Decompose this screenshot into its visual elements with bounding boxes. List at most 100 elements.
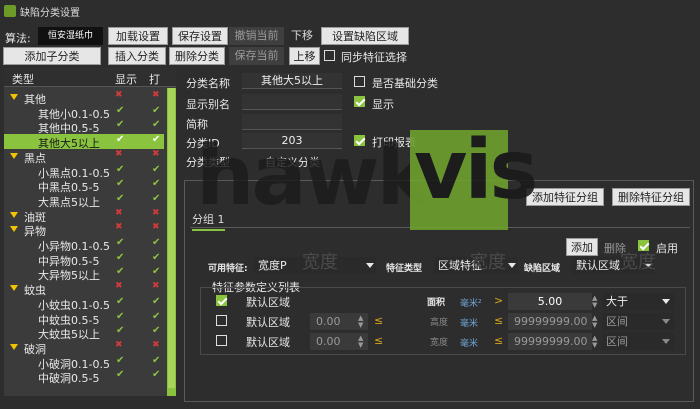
add-feature-group-button[interactable]: 添加特征分组 [526, 188, 604, 206]
visible-check-icon[interactable]: ✔ [116, 296, 124, 307]
tree-scroll-thumb[interactable] [168, 88, 175, 388]
tree-row[interactable]: 其他大5以上 ✔ ✔ [4, 134, 164, 150]
hidden-x-icon[interactable]: ✖ [115, 149, 123, 159]
visible-check-icon[interactable]: ✔ [116, 325, 124, 336]
tree-row[interactable]: 异物 ✖ ✖ [4, 222, 164, 238]
tree-row[interactable]: 大黑点5以上 ✔ ✔ [4, 193, 164, 209]
print-check-icon[interactable]: ✔ [152, 266, 160, 277]
spin-updown-icon[interactable]: ▲ ▼ [358, 335, 363, 349]
expand-arrow-icon[interactable] [10, 285, 18, 292]
print-x-icon[interactable]: ✖ [152, 340, 160, 350]
tree-row[interactable]: 大异物5以上 ✔ ✔ [4, 266, 164, 282]
param-checkbox[interactable] [216, 315, 227, 326]
print-check-icon[interactable]: ✔ [152, 296, 160, 307]
print-check-icon[interactable]: ✔ [152, 105, 160, 116]
print-check-icon[interactable]: ✔ [152, 119, 160, 130]
insert-category-button[interactable]: 插入分类 [108, 47, 166, 65]
sync-feature-checkbox[interactable] [324, 50, 335, 61]
tree-row[interactable]: 其他中0.5-5 ✔ ✔ [4, 119, 164, 135]
delete-feature-group-button[interactable]: 删除特征分组 [612, 188, 690, 206]
spin-updown-icon[interactable]: ▲ ▼ [592, 295, 597, 309]
param-compare-select[interactable]: 大于 [602, 293, 674, 310]
set-defect-region-button[interactable]: 设置缺陷区域 [321, 27, 409, 45]
hidden-x-icon[interactable]: ✖ [115, 340, 123, 350]
tree-row[interactable]: 其他小0.1-0.5 ✔ ✔ [4, 105, 164, 121]
hidden-x-icon[interactable]: ✖ [115, 208, 123, 218]
tree-row[interactable]: 小蚊虫0.1-0.5 ✔ ✔ [4, 296, 164, 312]
param-value-input[interactable]: 99999999.00 [508, 333, 592, 350]
move-down-button[interactable]: 下移 [287, 27, 317, 45]
print-x-icon[interactable]: ✖ [152, 281, 160, 291]
print-x-icon[interactable]: ✖ [152, 208, 160, 218]
hidden-x-icon[interactable]: ✖ [115, 222, 123, 232]
visible-check-icon[interactable]: ✔ [116, 134, 124, 145]
category-tree[interactable]: 类型 显示 打 其他 ✖ ✖ 其他小0.1-0.5 ✔ ✔ 其他中0.5-5 ✔ ✔ 其他大5以上… [4, 68, 176, 396]
param-value-input[interactable]: 5.00 [508, 293, 592, 310]
expand-arrow-icon[interactable] [10, 226, 18, 233]
save-settings-button[interactable]: 保存设置 [172, 27, 228, 45]
visible-check-icon[interactable]: ✔ [116, 311, 124, 322]
param-compare-select[interactable]: 区间 [602, 313, 674, 330]
visible-check-icon[interactable]: ✔ [116, 119, 124, 130]
tree-scrollbar[interactable] [167, 88, 176, 396]
undo-current-button[interactable]: 撤销当前 [229, 27, 284, 45]
print-check-icon[interactable]: ✔ [152, 311, 160, 322]
visible-check-icon[interactable]: ✔ [116, 266, 124, 277]
expand-arrow-icon[interactable] [10, 343, 18, 350]
tree-row[interactable]: 中蚊虫0.5-5 ✔ ✔ [4, 311, 164, 327]
print-check-icon[interactable]: ✔ [152, 164, 160, 175]
print-x-icon[interactable]: ✖ [152, 149, 160, 159]
print-check-icon[interactable]: ✔ [152, 178, 160, 189]
tree-row[interactable]: 小破洞0.1-0.5 ✔ ✔ [4, 355, 164, 371]
visible-check-icon[interactable]: ✔ [116, 178, 124, 189]
add-subcategory-button[interactable]: 添加子分类 [3, 47, 101, 65]
tree-row[interactable]: 中异物0.5-5 ✔ ✔ [4, 252, 164, 268]
show-checkbox[interactable] [354, 96, 365, 107]
tree-row[interactable]: 油斑 ✖ ✖ [4, 208, 164, 224]
spin-updown-icon[interactable]: ▲ ▼ [358, 315, 363, 329]
visible-check-icon[interactable]: ✔ [116, 355, 124, 366]
expand-arrow-icon[interactable] [10, 211, 18, 218]
visible-check-icon[interactable]: ✔ [116, 237, 124, 248]
tree-row[interactable]: 中破洞0.5-5 ✔ ✔ [4, 369, 164, 385]
hidden-x-icon[interactable]: ✖ [115, 90, 123, 100]
print-check-icon[interactable]: ✔ [152, 134, 160, 145]
alias-input[interactable] [242, 94, 342, 110]
spin-updown-icon[interactable]: ▲ ▼ [592, 315, 597, 329]
visible-check-icon[interactable]: ✔ [116, 369, 124, 380]
print-x-icon[interactable]: ✖ [152, 222, 160, 232]
print-check-icon[interactable]: ✔ [152, 325, 160, 336]
visible-check-icon[interactable]: ✔ [116, 193, 124, 204]
delete-category-button[interactable]: 删除分类 [169, 47, 225, 65]
tree-row[interactable]: 破洞 ✖ ✖ [4, 340, 164, 356]
hidden-x-icon[interactable]: ✖ [115, 281, 123, 291]
visible-check-icon[interactable]: ✔ [116, 164, 124, 175]
spin-updown-icon[interactable]: ▲ ▼ [592, 335, 597, 349]
name-input[interactable]: 其他大5以上 [242, 73, 342, 89]
param-value-input[interactable]: 99999999.00 [508, 313, 592, 330]
print-check-icon[interactable]: ✔ [152, 252, 160, 263]
param-checkbox[interactable] [216, 335, 227, 346]
param-compare-select[interactable]: 区间 [602, 333, 674, 350]
expand-arrow-icon[interactable] [10, 152, 18, 159]
algo-select[interactable]: 恒安湿纸巾 [38, 27, 103, 45]
tree-row[interactable]: 其他 ✖ ✖ [4, 90, 164, 106]
tree-row[interactable]: 黑点 ✖ ✖ [4, 149, 164, 165]
visible-check-icon[interactable]: ✔ [116, 252, 124, 263]
add-feature-button[interactable]: 添加 [566, 238, 598, 256]
visible-check-icon[interactable]: ✔ [116, 105, 124, 116]
tree-row[interactable]: 小黑点0.1-0.5 ✔ ✔ [4, 164, 164, 180]
save-current-button[interactable]: 保存当前 [229, 47, 284, 65]
print-check-icon[interactable]: ✔ [152, 193, 160, 204]
tree-row[interactable]: 中黑点0.5-5 ✔ ✔ [4, 178, 164, 194]
load-settings-button[interactable]: 加载设置 [108, 27, 168, 45]
print-check-icon[interactable]: ✔ [152, 237, 160, 248]
print-check-icon[interactable]: ✔ [152, 369, 160, 380]
print-x-icon[interactable]: ✖ [152, 90, 160, 100]
tree-row[interactable]: 大蚊虫5以上 ✔ ✔ [4, 325, 164, 341]
param-checkbox[interactable] [216, 295, 227, 306]
tree-row[interactable]: 小异物0.1-0.5 ✔ ✔ [4, 237, 164, 253]
short-input[interactable] [242, 114, 342, 130]
move-up-button[interactable]: 上移 [289, 47, 320, 65]
expand-arrow-icon[interactable] [10, 94, 18, 100]
